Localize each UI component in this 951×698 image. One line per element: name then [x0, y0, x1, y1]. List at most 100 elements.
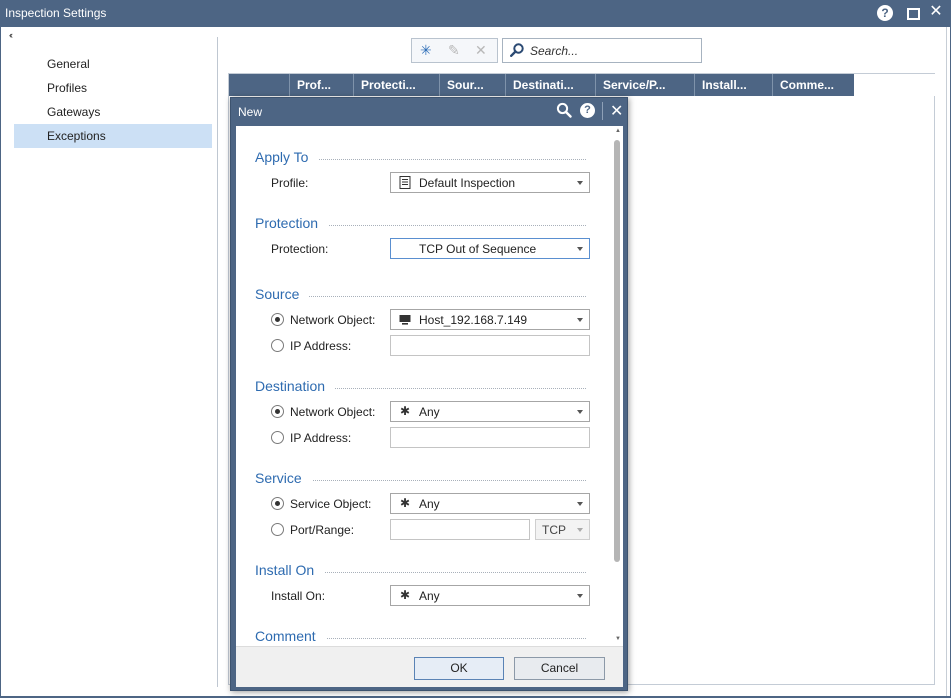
- port-range-input[interactable]: [390, 519, 530, 540]
- column-header-destination[interactable]: Destinati...: [505, 74, 595, 96]
- any-asterisk-icon: ✱: [399, 404, 411, 418]
- source-ip-address-radio[interactable]: [271, 339, 284, 352]
- window-title-bar: Inspection Settings ? ✕: [0, 0, 951, 27]
- column-header-comment[interactable]: Comme...: [772, 74, 854, 96]
- section-title-source: Source: [255, 286, 310, 302]
- section-title-apply-to: Apply To: [255, 149, 319, 165]
- chevron-down-icon: [577, 410, 583, 414]
- any-asterisk-icon: ✱: [399, 588, 411, 602]
- profile-document-icon: [399, 176, 411, 189]
- dialog-search-icon[interactable]: [556, 102, 572, 118]
- exceptions-toolbar: ✳ ✎ ✕: [411, 38, 498, 63]
- dialog-title: New: [238, 105, 263, 119]
- column-header-protection[interactable]: Protecti...: [353, 74, 439, 96]
- scroll-up-icon[interactable]: ▲: [615, 128, 621, 134]
- host-monitor-icon: [399, 315, 411, 325]
- scrollbar-thumb[interactable]: [614, 140, 620, 562]
- chevron-down-icon: [577, 528, 583, 532]
- section-destination: Destination: [255, 378, 586, 396]
- sidebar-item-general[interactable]: General: [14, 52, 212, 76]
- grid-header-filler: [854, 74, 936, 96]
- sidebar-item-gateways[interactable]: Gateways: [14, 100, 212, 124]
- install-on-select[interactable]: ✱ Any: [390, 585, 590, 606]
- section-title-comment: Comment: [255, 628, 326, 644]
- scroll-down-icon[interactable]: ▼: [615, 636, 621, 642]
- source-ip-address-input[interactable]: [390, 335, 590, 356]
- destination-ip-address-label: IP Address:: [290, 431, 352, 445]
- section-apply-to: Apply To: [255, 149, 586, 167]
- delete-icon[interactable]: ✕: [475, 42, 487, 59]
- protection-label: Protection:: [271, 242, 329, 256]
- edit-icon[interactable]: ✎: [448, 42, 460, 59]
- window-right-edge: [946, 27, 947, 696]
- service-object-radio[interactable]: [271, 497, 284, 510]
- chevron-down-icon: [577, 247, 583, 251]
- collapse-sidebar-icon[interactable]: ‹‹: [9, 30, 13, 40]
- dialog-footer: OK Cancel: [236, 646, 623, 687]
- column-header-source[interactable]: Sour...: [439, 74, 505, 96]
- column-header-install-on[interactable]: Install...: [694, 74, 772, 96]
- column-header-profile[interactable]: Prof...: [289, 74, 353, 96]
- protection-select[interactable]: TCP Out of Sequence: [390, 238, 590, 259]
- source-network-object-radio[interactable]: [271, 313, 284, 326]
- port-range-label: Port/Range:: [290, 523, 355, 537]
- section-source: Source: [255, 286, 586, 304]
- destination-network-object-radio[interactable]: [271, 405, 284, 418]
- chevron-down-icon: [577, 318, 583, 322]
- dialog-scrollbar[interactable]: ▲ ▼: [612, 126, 623, 646]
- dialog-help-icon[interactable]: ?: [580, 103, 595, 118]
- chevron-down-icon: [577, 181, 583, 185]
- column-header-service-port[interactable]: Service/P...: [595, 74, 694, 96]
- source-ip-address-label: IP Address:: [290, 339, 352, 353]
- new-exception-dialog: New ? ✕ Apply To Profile: Default Inspec…: [230, 97, 628, 691]
- chevron-down-icon: [577, 594, 583, 598]
- search-box: [502, 38, 702, 63]
- section-comment: Comment: [255, 628, 586, 646]
- section-title-destination: Destination: [255, 378, 336, 394]
- help-icon[interactable]: ?: [877, 5, 893, 21]
- cancel-button[interactable]: Cancel: [514, 657, 605, 680]
- search-input[interactable]: [530, 42, 698, 59]
- chevron-down-icon: [577, 502, 583, 506]
- column-header-select[interactable]: [229, 74, 289, 96]
- protocol-select[interactable]: TCP: [535, 519, 590, 540]
- service-object-select[interactable]: ✱ Any: [390, 493, 590, 514]
- source-network-object-value: Host_192.168.7.149: [419, 313, 528, 327]
- sidebar-nav: General Profiles Gateways Exceptions: [14, 52, 212, 148]
- dialog-close-icon[interactable]: ✕: [610, 101, 623, 121]
- search-icon: [510, 43, 524, 57]
- port-range-radio[interactable]: [271, 523, 284, 536]
- source-network-object-select[interactable]: Host_192.168.7.149: [390, 309, 590, 330]
- section-title-service: Service: [255, 470, 312, 486]
- maximize-icon[interactable]: [907, 8, 920, 20]
- any-asterisk-icon: ✱: [399, 496, 411, 510]
- profile-select[interactable]: Default Inspection: [390, 172, 590, 193]
- sidebar-item-exceptions[interactable]: Exceptions: [14, 124, 212, 148]
- section-title-protection: Protection: [255, 215, 329, 231]
- install-on-label: Install On:: [271, 589, 326, 603]
- destination-network-object-value: Any: [419, 405, 440, 419]
- ok-button[interactable]: OK: [414, 657, 504, 680]
- protocol-value: TCP: [542, 523, 566, 537]
- dialog-title-separator: [602, 102, 603, 120]
- profile-value: Default Inspection: [419, 176, 516, 190]
- install-on-value: Any: [419, 589, 440, 603]
- destination-ip-address-radio[interactable]: [271, 431, 284, 444]
- service-object-value: Any: [419, 497, 440, 511]
- new-icon[interactable]: ✳: [420, 42, 432, 59]
- service-object-label: Service Object:: [290, 497, 372, 511]
- window-title: Inspection Settings: [5, 6, 107, 20]
- destination-ip-address-input[interactable]: [390, 427, 590, 448]
- protection-value: TCP Out of Sequence: [419, 242, 537, 256]
- sidebar-divider: [217, 37, 218, 687]
- destination-network-object-select[interactable]: ✱ Any: [390, 401, 590, 422]
- sidebar-item-profiles[interactable]: Profiles: [14, 76, 212, 100]
- dialog-form: Apply To Profile: Default Inspection Pro…: [236, 126, 623, 646]
- section-protection: Protection: [255, 215, 586, 233]
- section-install-on: Install On: [255, 562, 586, 580]
- source-network-object-label: Network Object:: [290, 313, 376, 327]
- grid-header: Prof... Protecti... Sour... Destinati...…: [229, 74, 936, 96]
- close-icon[interactable]: ✕: [928, 4, 944, 20]
- destination-network-object-label: Network Object:: [290, 405, 376, 419]
- section-service: Service: [255, 470, 586, 488]
